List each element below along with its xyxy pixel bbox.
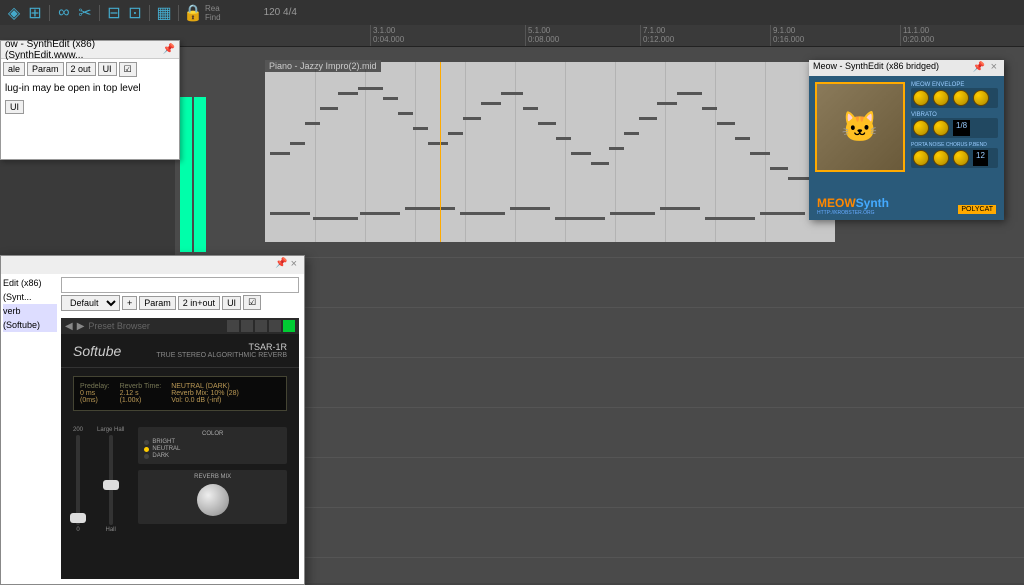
env-knob-1[interactable] — [913, 90, 929, 106]
dark-radio[interactable]: DARK — [144, 453, 281, 459]
ripple-icon[interactable]: ▦ — [155, 4, 173, 22]
tool-icon-1[interactable]: ◈ — [5, 4, 23, 22]
bypass-checkbox[interactable]: ☑ — [243, 295, 261, 310]
polycat-badge[interactable]: POLYCAT — [958, 205, 996, 214]
search-input[interactable] — [61, 277, 299, 293]
close-icon[interactable]: × — [288, 258, 300, 272]
find-label[interactable]: Rea Find — [205, 4, 221, 22]
model-label: TSAR-1R TRUE STEREO ALGORITHMIC REVERB — [156, 342, 287, 359]
fx-list-item[interactable]: Edit (x86) (Synt... — [3, 276, 57, 304]
pin-icon[interactable]: 📌 — [973, 62, 985, 73]
playhead[interactable] — [440, 62, 441, 242]
fx-list-item[interactable]: verb (Softube) — [3, 304, 57, 332]
scale-button[interactable]: ale — [3, 62, 25, 76]
softube-window[interactable]: 📌 × Edit (x86) (Synt... verb (Softube) D… — [0, 255, 305, 585]
softube-plugin-ui: ◀ ▶ Preset Browser Softube TSAR-1R TRUE … — [61, 318, 299, 579]
ui-button[interactable]: UI — [222, 296, 241, 310]
misc-label: PORTA NOISE CHORUS P.BEND — [911, 142, 998, 148]
color-panel: COLOR BRIGHT NEUTRAL DARK — [138, 427, 287, 464]
param-button[interactable]: Param — [139, 296, 176, 310]
plugin-warning-text: lug-in may be open in top level — [5, 83, 175, 94]
cat-image: 🐱 — [815, 82, 905, 172]
bright-radio[interactable]: BRIGHT — [144, 439, 281, 445]
predelay-slider[interactable] — [76, 435, 80, 525]
preset-next-icon[interactable]: ▶ — [77, 321, 85, 332]
pin-icon[interactable]: 📌 — [275, 258, 287, 272]
meowsynth-window[interactable]: Meow - SynthEdit (x86 bridged) 📌 × 🐱 MEO… — [809, 60, 1004, 220]
link-icon[interactable]: ∞ — [55, 4, 73, 22]
reverb-mix-knob[interactable] — [197, 484, 229, 516]
main-toolbar: ◈ ⊞ ∞ ✂ ⊟ ⊡ ▦ 🔒 Rea Find 120 4/4 — [0, 0, 1024, 25]
env-knob-4[interactable] — [973, 90, 989, 106]
vu-meter-r — [194, 97, 206, 252]
lock-icon[interactable]: 🔒 — [184, 4, 202, 22]
snap-icon[interactable]: ⊡ — [126, 4, 144, 22]
preset-icon[interactable] — [255, 320, 267, 332]
preset-icon[interactable] — [227, 320, 239, 332]
midi-clip-name: Piano - Jazzy Impro(2).mid — [265, 60, 381, 72]
synthedit-window[interactable]: ow - SynthEdit (x86) (SynthEdit.www... 📌… — [0, 40, 180, 160]
ui-button-2[interactable]: UI — [5, 100, 24, 114]
meowsynth-logo: MEOWSynth HTTP://KROBSTER.ORG — [817, 196, 889, 216]
io-button[interactable]: 2 in+out — [178, 296, 220, 310]
softube-logo: Softube — [73, 343, 121, 359]
vu-meter-l — [180, 97, 192, 252]
midi-clip[interactable]: Piano - Jazzy Impro(2).mid — [265, 62, 835, 242]
bypass-checkbox[interactable]: ☑ — [119, 62, 137, 77]
grid-icon[interactable]: ⊟ — [105, 4, 123, 22]
pin-icon[interactable]: 📌 — [163, 44, 175, 55]
out-button[interactable]: 2 out — [66, 62, 96, 76]
add-button[interactable]: + — [122, 296, 137, 310]
close-icon[interactable]: × — [988, 61, 1000, 73]
preset-icon[interactable] — [241, 320, 253, 332]
fx-list[interactable]: Edit (x86) (Synt... verb (Softube) — [1, 274, 59, 324]
synthedit-titlebar[interactable]: ow - SynthEdit (x86) (SynthEdit.www... 📌 — [1, 41, 179, 59]
noise-knob[interactable] — [933, 150, 949, 166]
meowsynth-titlebar[interactable]: Meow - SynthEdit (x86 bridged) 📌 × — [809, 60, 1004, 76]
env-knob-3[interactable] — [953, 90, 969, 106]
reverb-mix-panel: REVERB MIX — [138, 470, 287, 524]
preset-browser-label[interactable]: Preset Browser — [88, 321, 223, 331]
preset-prev-icon[interactable]: ◀ — [65, 321, 73, 332]
cut-icon[interactable]: ✂ — [76, 4, 94, 22]
vibrato-depth-knob[interactable] — [933, 120, 949, 136]
preset-select[interactable]: Default — [61, 295, 120, 311]
softube-titlebar[interactable]: 📌 × — [1, 256, 304, 274]
neutral-radio[interactable]: NEUTRAL — [144, 446, 281, 452]
synthedit-title: ow - SynthEdit (x86) (SynthEdit.www... — [5, 39, 163, 61]
preset-icon[interactable] — [269, 320, 281, 332]
env-knob-2[interactable] — [933, 90, 949, 106]
ui-button[interactable]: UI — [98, 62, 117, 76]
porta-knob[interactable] — [913, 150, 929, 166]
meowsynth-title: Meow - SynthEdit (x86 bridged) — [813, 61, 939, 75]
pbend-value[interactable]: 12 — [973, 150, 988, 166]
tool-icon-2[interactable]: ⊞ — [26, 4, 44, 22]
speed-value[interactable]: 1/8 — [953, 120, 970, 136]
tempo-display[interactable]: 120 4/4 — [264, 7, 297, 18]
param-button[interactable]: Param — [27, 62, 64, 76]
chorus-knob[interactable] — [953, 150, 969, 166]
time-slider[interactable] — [109, 435, 113, 525]
power-icon[interactable] — [283, 320, 295, 332]
parameter-display: Predelay: 0 ms (0ms) Reverb Time: 2.12 s… — [73, 376, 287, 411]
vibrato-rate-knob[interactable] — [913, 120, 929, 136]
